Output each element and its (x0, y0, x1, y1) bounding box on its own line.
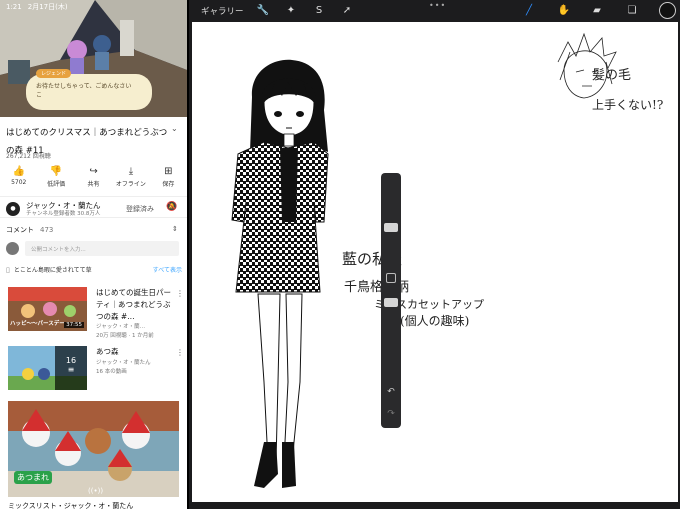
rec-title: あつ森 (96, 347, 119, 356)
dialog-speaker: レジェンド (36, 69, 72, 78)
share-icon: ↪ (89, 166, 98, 177)
share-label: 共有 (87, 181, 100, 188)
wrench-icon[interactable]: 🔧 (255, 3, 271, 19)
mix-icon: ((•)) (88, 487, 104, 495)
rec-channel: ジャック・オ・蘭たん (96, 360, 151, 366)
comments-label: コメント (6, 226, 34, 234)
dislike-button[interactable]: 👎 低評価 (37, 165, 74, 191)
playlist-thumbnail[interactable]: 16 ≡ (8, 346, 87, 390)
playlist-count: 16 ≡ (55, 346, 87, 390)
bell-icon[interactable]: 🔕 (166, 202, 177, 212)
download-label: オフライン (115, 181, 146, 188)
layers-icon[interactable]: ❏ (624, 3, 640, 19)
eraser-icon[interactable]: ▰ (589, 3, 605, 19)
playlist-text: とことん島暇に愛されてて草 (13, 267, 92, 274)
avatar (6, 242, 19, 255)
subscribe-button[interactable]: 登録済み (126, 204, 154, 214)
more-icon[interactable]: ••• (429, 1, 446, 10)
video-thumbnail[interactable]: ハッピ〜〜パースデー 37:55 (8, 287, 87, 331)
dialog-text: お待たせしちゃって、ごめんなさい こ (36, 83, 132, 99)
sketch-illustration (231, 32, 617, 488)
mix-caption: ミックスリスト・ジャック・オ・蘭たん (8, 502, 134, 509)
duration-badge: 37:55 (64, 322, 84, 328)
comments-header[interactable]: コメント 473 (6, 225, 53, 235)
status-date: 2月17日(木) (27, 3, 68, 11)
gallery-button[interactable]: ギャラリー (201, 5, 244, 17)
view-count: 267,212 回視聴 (6, 153, 51, 160)
note-taste: (個人の趣味) (400, 314, 470, 328)
rec-meta: 20万 回視聴 · 1 か月前 (96, 333, 154, 339)
like-button[interactable]: 👍 5702 (0, 165, 37, 191)
redo-icon[interactable]: ↷ (381, 409, 401, 419)
color-picker-button[interactable] (659, 2, 676, 19)
like-label: 5702 (11, 179, 27, 186)
playlist-icon: ≡ (67, 365, 75, 374)
like-icon: 👍 (12, 166, 25, 177)
transform-icon[interactable]: ➚ (339, 3, 355, 19)
undo-icon[interactable]: ↶ (381, 387, 401, 397)
magic-wand-icon[interactable]: ✦ (283, 3, 299, 19)
status-bar: 1:21 2月17日(木) (0, 0, 187, 14)
video-app-pane: 1:21 2月17日(木) レジェンド お待たせしちゃって、ごめんなさい こ は… (0, 0, 187, 509)
video-player[interactable]: 1:21 2月17日(木) レジェンド お待たせしちゃって、ごめんなさい こ (0, 0, 187, 117)
rec-meta: 16 本の動画 (96, 369, 127, 375)
dislike-icon: 👎 (49, 166, 63, 177)
brush-icon[interactable]: ╱ (521, 3, 537, 19)
rec-title: はじめての誕生日パーティ｜あつまれどうぶつの森 #… (96, 288, 171, 321)
share-button[interactable]: ↪ 共有 (75, 165, 112, 191)
opacity-slider[interactable] (384, 298, 398, 307)
chevron-down-icon[interactable]: ⌄ (171, 124, 178, 133)
comments-count: 473 (40, 226, 54, 234)
eyedropper-icon[interactable] (386, 273, 396, 283)
save-icon: ⊞ (164, 166, 173, 177)
video-actions: 👍 5702 👎 低評価 ↪ 共有 ⤓ オフライン ⊞ 保存 (0, 165, 187, 191)
comment-input[interactable]: 公開コメントを入力... (25, 241, 179, 256)
download-icon: ⤓ (128, 166, 134, 177)
selection-icon[interactable]: S (311, 3, 327, 19)
game-dialog: レジェンド お待たせしちゃって、ごめんなさい こ (26, 69, 152, 110)
drawing-canvas[interactable]: 髪の毛 上手くない!? 藍の私服 千鳥格子柄 ミニスカセットアップ (個人の趣味… (192, 22, 678, 502)
drawing-toolbar: ギャラリー 🔧 ✦ S ➚ ••• ╱ ✋ ▰ ❏ (189, 0, 680, 22)
game-logo: あつまれ (14, 471, 52, 484)
more-icon[interactable]: ⋮ (176, 289, 184, 298)
playlist-count-value: 16 (65, 356, 77, 365)
brush-size-sidebar: ↶ ↷ (381, 173, 401, 428)
more-icon[interactable]: ⋮ (176, 348, 184, 357)
save-label: 保存 (162, 181, 175, 188)
sort-icon[interactable]: ⇕ (172, 225, 178, 233)
playlist-icon: ▯ (6, 266, 10, 274)
note-hair: 髪の毛 (592, 68, 632, 83)
mix-thumbnail[interactable]: あつまれ ((•)) (8, 401, 179, 497)
drawing-app-pane: ギャラリー 🔧 ✦ S ➚ ••• ╱ ✋ ▰ ❏ 髪の毛 上手くない!? 藍の… (189, 0, 680, 509)
dislike-label: 低評価 (47, 181, 66, 188)
status-time: 1:21 (6, 3, 22, 11)
note-hair-2: 上手くない!? (592, 98, 664, 112)
channel-avatar[interactable]: ● (6, 202, 20, 216)
brush-size-slider[interactable] (384, 223, 398, 232)
playlist-row[interactable]: ▯ とことん島暇に愛されてて草 すべて表示 (6, 265, 182, 274)
smudge-icon[interactable]: ✋ (556, 3, 572, 19)
thumbnail-banner: ハッピ〜〜パースデー (10, 321, 65, 327)
download-button[interactable]: ⤓ オフライン (112, 165, 149, 191)
show-all-link[interactable]: すべて表示 (153, 265, 182, 274)
rec-channel: ジャック・オ・蘭… (96, 324, 146, 330)
channel-row[interactable]: ● ジャック・オ・蘭たん チャンネル登録者数 30.8万人 登録済み 🔕 (0, 196, 187, 218)
save-button[interactable]: ⊞ 保存 (150, 165, 187, 191)
channel-subscribers: チャンネル登録者数 30.8万人 (26, 211, 101, 217)
